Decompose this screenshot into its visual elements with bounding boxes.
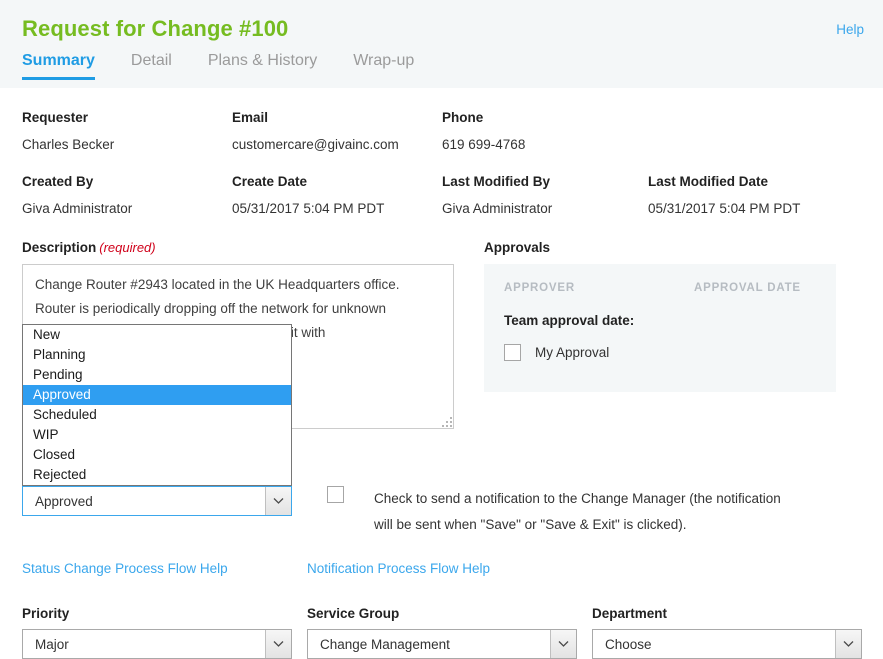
page-header: Request for Change #100 Help Summary Det… <box>0 0 883 88</box>
tab-bar: Summary Detail Plans & History Wrap-up <box>22 52 450 80</box>
status-option-new[interactable]: New <box>23 325 291 345</box>
tab-plans-history[interactable]: Plans & History <box>208 52 317 80</box>
notification-text: Check to send a notification to the Chan… <box>374 486 781 538</box>
meta-row-contact: Requester Charles Becker Email customerc… <box>22 110 861 152</box>
description-label-text: Description <box>22 240 97 255</box>
notification-text-line2: will be sent when "Save" or "Save & Exit… <box>374 517 687 532</box>
status-flow-link-wrap: Status Change Process Flow Help <box>22 560 307 576</box>
email-label: Email <box>232 110 269 125</box>
last-modified-by-label: Last Modified By <box>442 174 551 189</box>
my-approval-label: My Approval <box>535 345 610 360</box>
approvals-table-header: APPROVER APPROVAL DATE <box>504 282 816 294</box>
create-date-label: Create Date <box>232 174 308 189</box>
notification-flow-link-wrap: Notification Process Flow Help <box>307 560 490 576</box>
field-service-group: Service Group Change Management <box>307 606 577 659</box>
status-select-value: Approved <box>35 493 93 509</box>
service-group-select[interactable]: Change Management <box>307 629 577 659</box>
status-select-wrap: New Planning Pending Approved Scheduled … <box>22 324 292 516</box>
field-last-modified-date: Last Modified Date 05/31/2017 5:04 PM PD… <box>648 174 858 216</box>
field-requester: Requester Charles Becker <box>22 110 232 152</box>
main-content: Requester Charles Becker Email customerc… <box>0 110 883 659</box>
bottom-fields-row: Priority Major Service Group Change Mana… <box>22 606 862 659</box>
status-option-wip[interactable]: WIP <box>23 425 291 445</box>
process-flow-links-row: Status Change Process Flow Help Notifica… <box>22 560 861 576</box>
approvals-block: Approvals APPROVER APPROVAL DATE Team ap… <box>484 240 836 429</box>
create-date-value: 05/31/2017 5:04 PM PDT <box>232 201 385 216</box>
department-select-value: Choose <box>605 636 652 652</box>
last-modified-by-value: Giva Administrator <box>442 201 553 216</box>
email-value: customercare@givainc.com <box>232 137 399 152</box>
requester-value: Charles Becker <box>22 137 115 152</box>
chevron-down-icon[interactable] <box>265 630 291 658</box>
department-label: Department <box>592 606 668 621</box>
tab-detail[interactable]: Detail <box>131 52 172 80</box>
chevron-down-icon[interactable] <box>265 487 291 515</box>
service-group-select-value: Change Management <box>320 636 450 652</box>
my-approval-row: My Approval <box>504 344 816 361</box>
status-notification-row: New Planning Pending Approved Scheduled … <box>22 324 861 538</box>
status-option-rejected[interactable]: Rejected <box>23 465 291 485</box>
service-group-label: Service Group <box>307 606 400 621</box>
phone-label: Phone <box>442 110 484 125</box>
notification-text-line1: Check to send a notification to the Chan… <box>374 491 781 506</box>
page-title: Request for Change #100 <box>22 16 289 41</box>
last-modified-date-value: 05/31/2017 5:04 PM PDT <box>648 201 801 216</box>
notification-block: Check to send a notification to the Chan… <box>327 486 847 538</box>
status-change-process-flow-help-link[interactable]: Status Change Process Flow Help <box>22 561 228 576</box>
requester-label: Requester <box>22 110 89 125</box>
status-option-closed[interactable]: Closed <box>23 445 291 465</box>
created-by-label: Created By <box>22 174 94 189</box>
created-by-value: Giva Administrator <box>22 201 133 216</box>
phone-value: 619 699-4768 <box>442 137 526 152</box>
priority-label: Priority <box>22 606 70 621</box>
chevron-down-icon[interactable] <box>550 630 576 658</box>
chevron-down-icon[interactable] <box>835 630 861 658</box>
status-option-planning[interactable]: Planning <box>23 345 291 365</box>
tab-wrap-up[interactable]: Wrap-up <box>353 52 414 80</box>
priority-select-value: Major <box>35 636 69 652</box>
department-select[interactable]: Choose <box>592 629 862 659</box>
field-phone: Phone 619 699-4768 <box>442 110 648 152</box>
approvals-title: Approvals <box>484 240 551 255</box>
description-required-tag: (required) <box>99 240 156 255</box>
column-approver: APPROVER <box>504 282 575 294</box>
column-approval-date: APPROVAL DATE <box>694 282 801 294</box>
tab-summary[interactable]: Summary <box>22 52 95 80</box>
meta-row-audit: Created By Giva Administrator Create Dat… <box>22 174 861 216</box>
status-select[interactable]: Approved <box>22 486 292 516</box>
status-option-scheduled[interactable]: Scheduled <box>23 405 291 425</box>
status-option-approved[interactable]: Approved <box>23 385 291 405</box>
field-created-by: Created By Giva Administrator <box>22 174 232 216</box>
status-dropdown-list[interactable]: New Planning Pending Approved Scheduled … <box>22 324 292 486</box>
priority-select[interactable]: Major <box>22 629 292 659</box>
field-department: Department Choose <box>592 606 862 659</box>
notification-checkbox[interactable] <box>327 486 344 503</box>
my-approval-checkbox[interactable] <box>504 344 521 361</box>
field-last-modified-by: Last Modified By Giva Administrator <box>442 174 648 216</box>
last-modified-date-label: Last Modified Date <box>648 174 769 189</box>
field-priority: Priority Major <box>22 606 292 659</box>
field-email: Email customercare@givainc.com <box>232 110 442 152</box>
approvals-panel: APPROVER APPROVAL DATE Team approval dat… <box>484 264 836 392</box>
description-label: Description (required) <box>22 240 454 255</box>
notification-process-flow-help-link[interactable]: Notification Process Flow Help <box>307 561 490 576</box>
help-link[interactable]: Help <box>836 22 864 37</box>
status-option-pending[interactable]: Pending <box>23 365 291 385</box>
field-create-date: Create Date 05/31/2017 5:04 PM PDT <box>232 174 442 216</box>
team-approval-date-label: Team approval date: <box>504 313 635 328</box>
